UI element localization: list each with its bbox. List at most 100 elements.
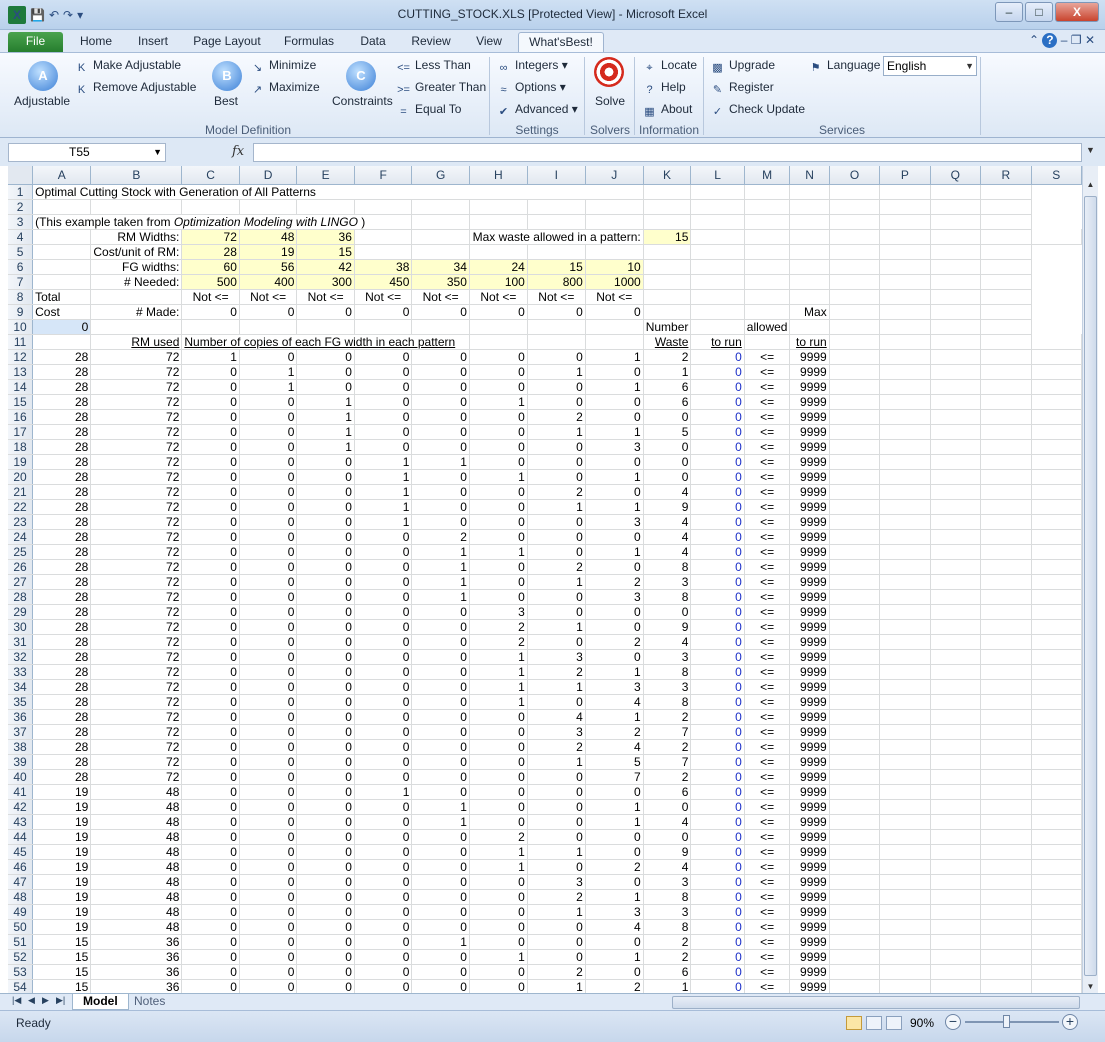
fg-copies-cell[interactable]: 0 bbox=[469, 439, 528, 455]
advanced-menu[interactable]: ✔ Advanced ▾ bbox=[496, 102, 578, 119]
fg-copies-cell[interactable]: 1 bbox=[585, 544, 644, 560]
max-to-run-cell[interactable]: 9999 bbox=[789, 844, 830, 860]
prev-sheet-icon[interactable]: ◀ bbox=[28, 995, 35, 1006]
fg-copies-cell[interactable]: 0 bbox=[239, 454, 298, 470]
empty-cell[interactable] bbox=[980, 484, 1032, 500]
fg-copies-cell[interactable]: 0 bbox=[411, 724, 470, 740]
to-run-header[interactable]: to run bbox=[690, 334, 745, 350]
fg-copies-cell[interactable]: 0 bbox=[527, 859, 586, 875]
empty-cell[interactable] bbox=[1031, 574, 1082, 590]
le-cell[interactable]: <= bbox=[744, 979, 791, 993]
tab-file[interactable]: File bbox=[8, 32, 63, 52]
fg-copies-cell[interactable]: 1 bbox=[296, 409, 355, 425]
row-header[interactable]: 22 bbox=[8, 499, 34, 515]
fg-copies-cell[interactable]: 0 bbox=[239, 889, 298, 905]
max-to-run-cell[interactable]: 9999 bbox=[789, 679, 830, 695]
empty-cell[interactable] bbox=[1031, 784, 1082, 800]
needed-cell[interactable]: 1000 bbox=[585, 274, 644, 290]
empty-cell[interactable] bbox=[829, 859, 881, 875]
fg-copies-cell[interactable]: 0 bbox=[181, 529, 240, 545]
empty-cell[interactable] bbox=[1031, 739, 1082, 755]
fg-widths-label[interactable]: FG widths: bbox=[90, 259, 183, 275]
rm-cost-cell[interactable]: 19 bbox=[32, 919, 92, 935]
empty-cell[interactable] bbox=[1031, 364, 1082, 380]
max-to-run-cell[interactable]: 9999 bbox=[789, 889, 830, 905]
column-header[interactable]: D bbox=[239, 166, 298, 185]
rm-used-cell[interactable]: 48 bbox=[90, 784, 183, 800]
row-header[interactable]: 33 bbox=[8, 664, 34, 680]
fg-copies-cell[interactable]: 0 bbox=[181, 454, 240, 470]
empty-cell[interactable] bbox=[980, 649, 1032, 665]
rm-cost-cell[interactable]: 28 bbox=[32, 544, 92, 560]
rm-used-cell[interactable]: 72 bbox=[90, 619, 183, 635]
row-header[interactable]: 52 bbox=[8, 949, 34, 965]
empty-cell[interactable] bbox=[829, 724, 881, 740]
rm-used-cell[interactable]: 72 bbox=[90, 634, 183, 650]
fg-copies-cell[interactable]: 0 bbox=[239, 709, 298, 725]
help-button[interactable]: ? Help bbox=[642, 80, 685, 97]
le-cell[interactable]: <= bbox=[744, 964, 791, 980]
fg-copies-cell[interactable]: 0 bbox=[181, 664, 240, 680]
row-header[interactable]: 40 bbox=[8, 769, 34, 785]
rm-used-cell[interactable]: 72 bbox=[90, 439, 183, 455]
empty-cell[interactable] bbox=[879, 394, 931, 410]
constraint-status[interactable]: Not <= bbox=[296, 289, 355, 305]
empty-cell[interactable] bbox=[829, 544, 881, 560]
max-to-run-cell[interactable]: 9999 bbox=[789, 559, 830, 575]
fg-copies-cell[interactable]: 0 bbox=[585, 559, 644, 575]
scroll-up-icon[interactable]: ▲ bbox=[1083, 180, 1098, 189]
empty-cell[interactable] bbox=[1031, 484, 1082, 500]
empty-cell[interactable] bbox=[879, 634, 931, 650]
empty-cell[interactable] bbox=[980, 904, 1032, 920]
max-to-run-cell[interactable]: 9999 bbox=[789, 544, 830, 560]
row-header[interactable]: 17 bbox=[8, 424, 34, 440]
rm-cost-cell[interactable]: 19 bbox=[32, 889, 92, 905]
fg-copies-cell[interactable]: 0 bbox=[411, 394, 470, 410]
empty-cell[interactable] bbox=[930, 469, 982, 485]
fg-copies-cell[interactable]: 0 bbox=[239, 574, 298, 590]
max-to-run-cell[interactable]: 9999 bbox=[789, 724, 830, 740]
made-cell[interactable]: 0 bbox=[585, 304, 644, 320]
upgrade-button[interactable]: ▩ Upgrade bbox=[710, 58, 775, 75]
empty-cell[interactable] bbox=[1031, 544, 1082, 560]
empty-cell[interactable] bbox=[930, 799, 982, 815]
fg-copies-cell[interactable]: 0 bbox=[239, 394, 298, 410]
number-to-run-cell[interactable]: 0 bbox=[690, 604, 745, 620]
waste-cell[interactable]: 9 bbox=[643, 499, 692, 515]
waste-cell[interactable]: 0 bbox=[643, 799, 692, 815]
rm-used-cell[interactable]: 72 bbox=[90, 754, 183, 770]
fg-copies-cell[interactable]: 1 bbox=[411, 934, 470, 950]
fg-copies-cell[interactable]: 1 bbox=[585, 499, 644, 515]
fg-copies-cell[interactable]: 0 bbox=[469, 574, 528, 590]
empty-cell[interactable] bbox=[980, 979, 1032, 993]
column-header[interactable]: F bbox=[354, 166, 413, 185]
fg-copies-cell[interactable]: 0 bbox=[469, 409, 528, 425]
vertical-scroll-thumb[interactable] bbox=[1084, 196, 1097, 976]
fg-copies-cell[interactable]: 0 bbox=[527, 784, 586, 800]
fg-copies-cell[interactable]: 0 bbox=[411, 649, 470, 665]
fg-copies-cell[interactable]: 0 bbox=[585, 619, 644, 635]
fg-copies-cell[interactable]: 0 bbox=[585, 844, 644, 860]
empty-cell[interactable] bbox=[980, 934, 1032, 950]
row-header[interactable]: 44 bbox=[8, 829, 34, 845]
empty-cell[interactable] bbox=[879, 529, 931, 545]
column-header[interactable]: I bbox=[527, 166, 586, 185]
rm-used-cell[interactable]: 48 bbox=[90, 859, 183, 875]
fg-copies-cell[interactable]: 1 bbox=[296, 439, 355, 455]
fg-copies-cell[interactable]: 0 bbox=[411, 829, 470, 845]
copies-header[interactable]: Number of copies of each FG width in eac… bbox=[181, 334, 470, 350]
fg-copies-cell[interactable]: 0 bbox=[354, 769, 413, 785]
horizontal-scrollbar[interactable] bbox=[672, 996, 1080, 1009]
fg-width-cell[interactable]: 34 bbox=[411, 259, 470, 275]
rm-cost-cell[interactable]: 28 bbox=[32, 664, 92, 680]
fg-copies-cell[interactable]: 0 bbox=[239, 769, 298, 785]
fg-copies-cell[interactable]: 0 bbox=[469, 904, 528, 920]
number-to-run-cell[interactable]: 0 bbox=[690, 664, 745, 680]
empty-cell[interactable] bbox=[879, 964, 931, 980]
le-cell[interactable]: <= bbox=[744, 484, 791, 500]
rm-cost-cell[interactable]: 28 bbox=[32, 424, 92, 440]
max-to-run-cell[interactable]: 9999 bbox=[789, 589, 830, 605]
fg-copies-cell[interactable]: 0 bbox=[296, 454, 355, 470]
fg-copies-cell[interactable]: 0 bbox=[469, 589, 528, 605]
le-cell[interactable]: <= bbox=[744, 394, 791, 410]
